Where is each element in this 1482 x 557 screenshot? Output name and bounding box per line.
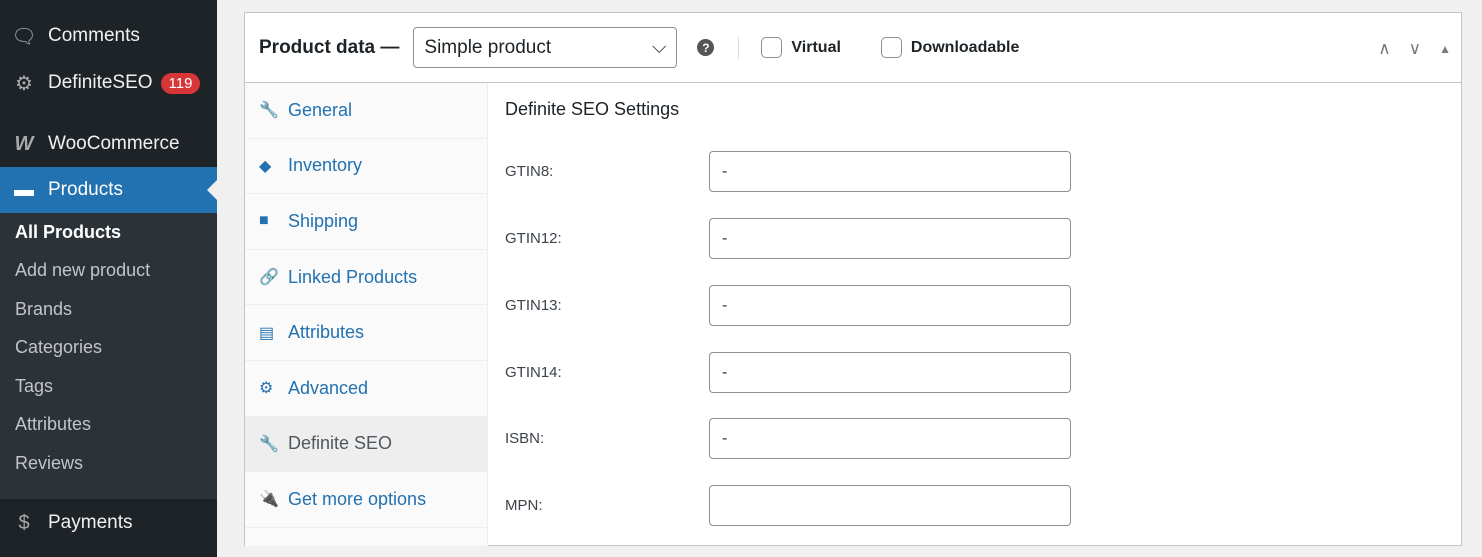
chevron-down-icon: ⌵ bbox=[652, 36, 667, 58]
tab-definite-seo[interactable]: 🔧 Definite SEO bbox=[245, 416, 487, 473]
gtin13-input[interactable] bbox=[709, 285, 1071, 326]
submenu-categories[interactable]: Categories bbox=[0, 329, 217, 368]
gtin13-row: GTIN13: bbox=[505, 285, 1085, 326]
dollar-icon: $ bbox=[18, 511, 30, 534]
product-type-select[interactable]: Simple product ⌵ bbox=[413, 27, 678, 68]
menu-comments[interactable]: 🗨 Comments bbox=[0, 13, 217, 59]
gear-icon: ⚙ bbox=[259, 380, 274, 398]
link-icon: 🔗 bbox=[259, 269, 279, 287]
mpn-row: MPN: bbox=[505, 485, 1085, 526]
tab-linked-products[interactable]: 🔗 Linked Products bbox=[245, 250, 487, 306]
collapse-toggle-icon[interactable]: ▲ bbox=[1439, 39, 1451, 59]
archive-icon: ▬ bbox=[14, 178, 34, 201]
gtin8-row: GTIN8: bbox=[505, 151, 1085, 192]
isbn-input[interactable] bbox=[709, 418, 1071, 459]
tab-shipping[interactable]: ■ Shipping bbox=[245, 194, 487, 250]
tab-attributes[interactable]: ▤ Attributes bbox=[245, 305, 487, 361]
submenu-tags[interactable]: Tags bbox=[0, 367, 217, 406]
product-data-panel: Product data — Simple product ⌵ ? Virtual… bbox=[244, 12, 1462, 546]
list-icon: ▤ bbox=[259, 324, 275, 342]
product-data-tabs: 🔧 General ◆ Inventory ■ Shipping 🔗 Linked Pr… bbox=[245, 83, 488, 546]
gtin8-input[interactable] bbox=[709, 151, 1071, 192]
move-down-icon[interactable]: ∨ bbox=[1409, 39, 1421, 59]
panel-title: Product data — bbox=[259, 36, 400, 58]
gtin12-row: GTIN12: bbox=[505, 218, 1085, 259]
products-submenu: All Products Add new product Brands Cate… bbox=[0, 213, 217, 499]
truck-icon: ■ bbox=[259, 212, 269, 230]
menu-products[interactable]: ▬ Products bbox=[0, 167, 217, 213]
submenu-reviews[interactable]: Reviews bbox=[0, 444, 217, 483]
tag-icon: ◆ bbox=[259, 157, 272, 175]
definiteseo-icon: ⚙ bbox=[15, 72, 33, 95]
panel-header: Product data — Simple product ⌵ ? Virtual… bbox=[245, 13, 1461, 83]
tab-get-more-options[interactable]: 🔌 Get more options bbox=[245, 472, 487, 528]
wrench-icon: 🔧 bbox=[259, 435, 279, 453]
downloadable-checkbox[interactable]: Downloadable bbox=[880, 37, 1019, 58]
move-up-icon[interactable]: ∧ bbox=[1378, 39, 1390, 59]
help-icon[interactable]: ? bbox=[697, 39, 715, 56]
virtual-checkbox[interactable]: Virtual bbox=[761, 37, 841, 58]
admin-sidebar: 🗨 Comments ⚙ DefiniteSEO 119 W WooCommerce ▬… bbox=[0, 0, 217, 557]
tab-advanced[interactable]: ⚙ Advanced bbox=[245, 361, 487, 417]
menu-woocommerce[interactable]: W WooCommerce bbox=[0, 121, 217, 167]
submenu-all-products[interactable]: All Products bbox=[0, 213, 217, 252]
submenu-attributes[interactable]: Attributes bbox=[0, 406, 217, 445]
divider bbox=[738, 36, 740, 59]
menu-definiteseo[interactable]: ⚙ DefiniteSEO 119 bbox=[0, 60, 217, 106]
section-title: Definite SEO Settings bbox=[505, 99, 680, 119]
tab-inventory[interactable]: ◆ Inventory bbox=[245, 139, 487, 195]
submenu-brands[interactable]: Brands bbox=[0, 290, 217, 329]
submenu-add-new-product[interactable]: Add new product bbox=[0, 252, 217, 291]
comment-icon: 🗨 bbox=[11, 25, 37, 48]
gtin14-row: GTIN14: bbox=[505, 352, 1085, 393]
tab-general[interactable]: 🔧 General bbox=[245, 83, 487, 139]
plugin-icon: 🔌 bbox=[259, 491, 279, 509]
gtin12-input[interactable] bbox=[709, 218, 1071, 259]
woocommerce-icon: W bbox=[14, 132, 34, 155]
mpn-input[interactable] bbox=[709, 485, 1071, 526]
notification-badge: 119 bbox=[160, 72, 201, 94]
isbn-row: ISBN: bbox=[505, 418, 1085, 459]
menu-payments[interactable]: $ Payments bbox=[0, 500, 217, 546]
gtin14-input[interactable] bbox=[709, 352, 1071, 393]
wrench-icon: 🔧 bbox=[259, 102, 279, 120]
